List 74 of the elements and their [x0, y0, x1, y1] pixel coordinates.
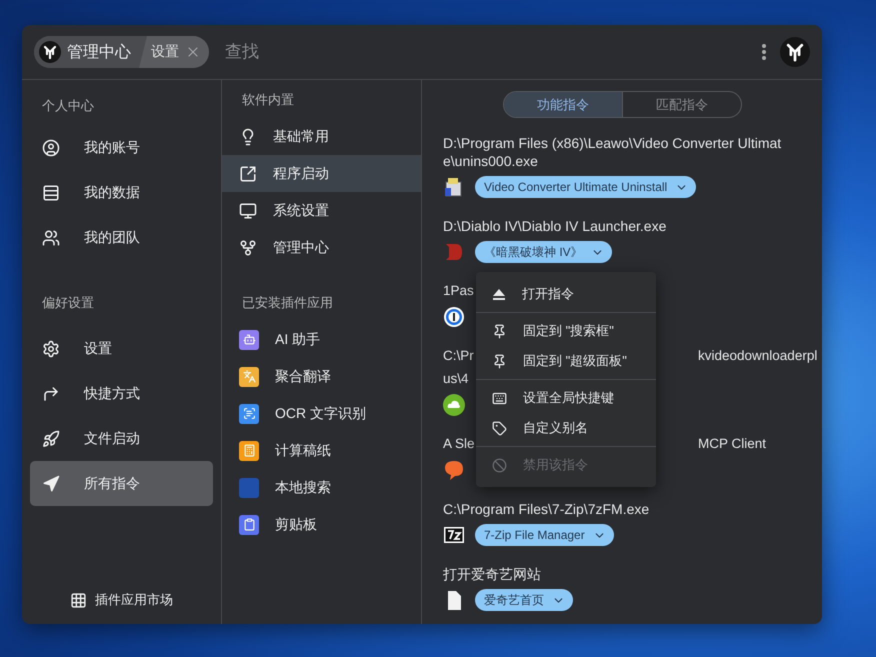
- pin-icon: [492, 324, 507, 338]
- tab[interactable]: 功能指令: [504, 92, 622, 117]
- nav-item[interactable]: 我的数据: [30, 170, 213, 215]
- file-path: A Sle: [443, 435, 475, 453]
- file-path: 1Pas: [443, 282, 474, 300]
- cloud-icon: [443, 394, 465, 416]
- nav-item[interactable]: 所有指令: [30, 461, 213, 506]
- robot-icon: [239, 330, 259, 350]
- tab[interactable]: 匹配指令: [622, 92, 741, 117]
- archive-icon: [443, 524, 465, 546]
- rocket-icon: [42, 430, 60, 448]
- menu-item[interactable]: 打开指令: [476, 279, 656, 309]
- branch-icon: [239, 238, 257, 256]
- translate-icon: [239, 366, 259, 386]
- nav-item[interactable]: 本地搜索: [222, 469, 421, 506]
- nav-item[interactable]: AI 助手: [222, 321, 421, 358]
- nav-item[interactable]: 我的账号: [30, 125, 213, 170]
- file-path: us\4: [443, 370, 469, 388]
- tag-icon: [492, 420, 507, 436]
- team-icon: [42, 228, 60, 246]
- nav-item[interactable]: 设置: [30, 326, 213, 371]
- logo-icon: [780, 37, 810, 67]
- nav-item[interactable]: OCR 文字识别: [222, 395, 421, 432]
- pin-icon: [492, 354, 507, 368]
- breadcrumb-item[interactable]: 设置: [139, 36, 209, 68]
- logo-icon: [39, 41, 61, 63]
- file-path: C:\Pr: [443, 347, 474, 365]
- account-icon: [42, 138, 60, 156]
- list-icon: [42, 184, 60, 202]
- menu-item[interactable]: 自定义别名: [476, 413, 656, 443]
- calculator-icon: [239, 440, 259, 460]
- nav-item[interactable]: 计算稿纸: [222, 432, 421, 469]
- menu-item[interactable]: 固定到 "搜索框": [476, 316, 656, 346]
- file-path: kvideodownloaderpl: [698, 347, 818, 365]
- menu-item[interactable]: 设置全局快捷键: [476, 383, 656, 413]
- nav-item[interactable]: 剪贴板: [222, 506, 421, 543]
- section-title: 个人中心: [41, 97, 95, 115]
- nav-item[interactable]: 系统设置: [222, 192, 421, 229]
- nav-item[interactable]: 管理中心: [222, 229, 421, 266]
- nav-item[interactable]: 程序启动: [222, 155, 421, 192]
- keyboard-icon: [492, 390, 507, 406]
- command-chip[interactable]: Video Converter Ultimate Uninstall: [475, 176, 696, 198]
- grid-icon: [70, 592, 87, 608]
- nav-item[interactable]: 基础常用: [222, 118, 421, 155]
- nav-item[interactable]: 快捷方式: [30, 371, 213, 416]
- keyhole-icon: [443, 306, 465, 328]
- scan-icon: [239, 404, 259, 424]
- menu-item[interactable]: 固定到 "超级面板": [476, 346, 656, 376]
- command-chip[interactable]: 7-Zip File Manager: [475, 524, 614, 546]
- search-field[interactable]: 查找: [223, 41, 748, 63]
- nav-item[interactable]: 我的团队: [30, 215, 213, 260]
- forward-arrow-icon: [42, 384, 60, 402]
- nav-item[interactable]: 聚合翻译: [222, 358, 421, 395]
- plugin-market-link[interactable]: 插件应用市场: [22, 576, 221, 624]
- file-path: MCP Client: [698, 435, 766, 453]
- monitor-icon: [239, 202, 257, 220]
- section-title: 偏好设置: [41, 294, 95, 312]
- file-path: D:\Program Files (x86)\Leawo\Video Converter Ultimate\unins000.exe: [443, 134, 782, 170]
- more-menu-icon[interactable]: [762, 43, 766, 61]
- section-title: 已安装插件应用: [241, 294, 334, 312]
- file-path: C:\Program Files\7-Zip\7zFM.exe: [443, 500, 650, 518]
- send-arrow-icon: [42, 474, 60, 492]
- eject-icon: [492, 287, 506, 301]
- speech-bubble-icon: [443, 459, 465, 481]
- settings-icon: [42, 340, 60, 358]
- open-external-icon: [239, 164, 257, 182]
- section-title: 软件内置: [241, 91, 295, 109]
- ban-icon: [492, 458, 507, 472]
- file-path: D:\Diablo IV\Diablo IV Launcher.exe: [443, 217, 668, 235]
- command-chip[interactable]: 爱奇艺首页: [475, 589, 573, 611]
- file-path: 打开爱奇艺网站: [443, 565, 542, 583]
- nav-item[interactable]: 文件启动: [30, 416, 213, 461]
- clipboard-icon: [239, 514, 259, 534]
- command-chip[interactable]: 《暗黑破壞神 IV》: [475, 241, 612, 263]
